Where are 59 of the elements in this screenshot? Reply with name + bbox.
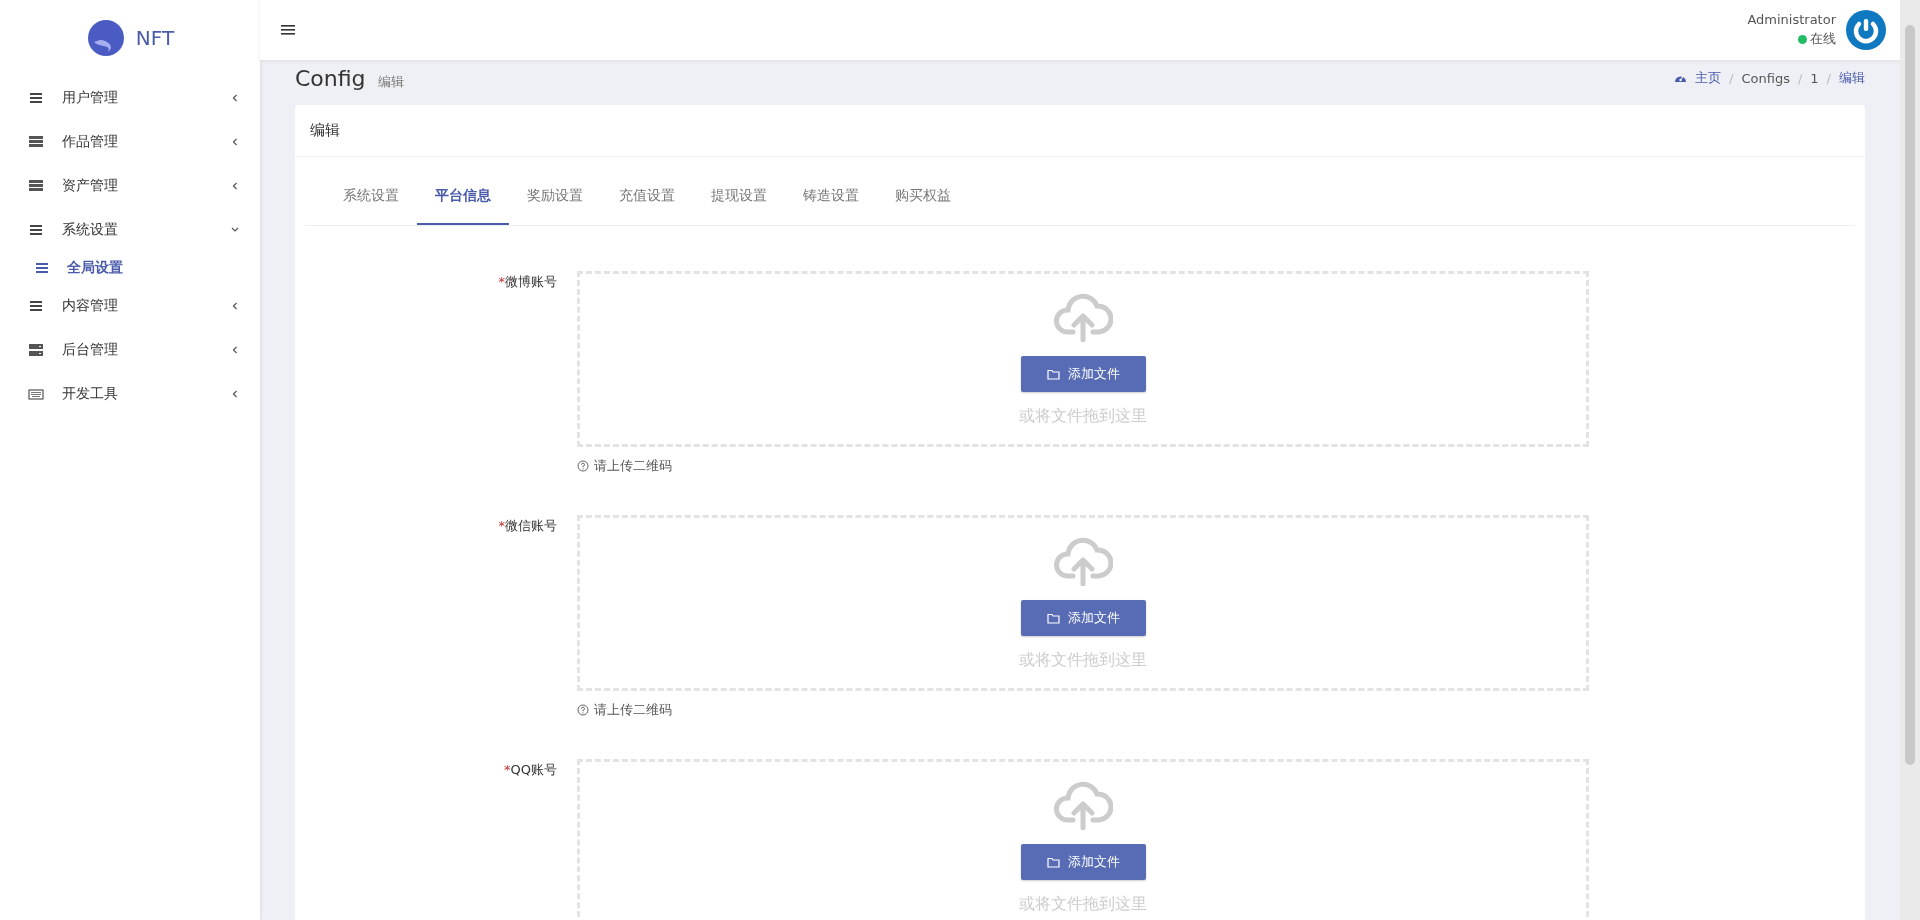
menu-icon — [28, 179, 44, 193]
tab[interactable]: 系统设置 — [325, 167, 417, 225]
menu-icon — [35, 262, 49, 274]
folder-icon — [1046, 612, 1060, 624]
breadcrumb-item: 编辑 — [1839, 69, 1865, 87]
menu-item[interactable]: 用户管理 — [0, 76, 260, 120]
menu-icon — [28, 299, 44, 313]
breadcrumb-item: 1 — [1810, 70, 1819, 86]
breadcrumb-separator: / — [1729, 70, 1734, 86]
card-title: 编辑 — [295, 105, 1865, 157]
scrollbar[interactable] — [1900, 0, 1920, 920]
tab[interactable]: 铸造设置 — [785, 167, 877, 225]
tab[interactable]: 购买权益 — [877, 167, 969, 225]
chevron-icon — [230, 181, 240, 191]
power-icon[interactable] — [1846, 10, 1886, 50]
menu-item[interactable]: 开发工具 — [0, 372, 260, 416]
chevron-icon — [230, 389, 240, 399]
keyboard-icon — [28, 387, 44, 401]
chevron-icon — [230, 137, 240, 147]
user-name: Administrator — [1747, 12, 1836, 27]
menu-icon — [28, 135, 44, 149]
breadcrumb-item[interactable]: 主页 — [1695, 69, 1722, 87]
tab[interactable]: 奖励设置 — [509, 167, 601, 225]
field-label: *微博账号 — [497, 273, 558, 291]
menu-item[interactable]: 系统设置 — [0, 208, 260, 252]
help-icon — [577, 704, 589, 716]
chevron-icon — [230, 301, 240, 311]
tab[interactable]: 充值设置 — [601, 167, 693, 225]
logo-text: NFT — [135, 26, 175, 50]
add-file-button[interactable]: 添加文件 — [1020, 600, 1146, 636]
menu-icon[interactable] — [280, 23, 296, 37]
status-text: 在线 — [1810, 30, 1836, 48]
menu-item[interactable]: 后台管理 — [0, 328, 260, 372]
page-title: Config — [295, 65, 366, 91]
menu-item[interactable]: 作品管理 — [0, 120, 260, 164]
help-text: 请上传二维码 — [594, 701, 672, 719]
page-subtitle: 编辑 — [377, 72, 404, 91]
server-icon — [28, 343, 44, 357]
help-icon — [577, 460, 589, 472]
folder-icon — [1046, 368, 1060, 380]
add-file-button[interactable]: 添加文件 — [1020, 356, 1146, 392]
help-text: 请上传二维码 — [594, 457, 672, 475]
breadcrumb-item: Configs — [1741, 70, 1790, 86]
chevron-icon — [230, 93, 240, 103]
logo-icon — [85, 18, 126, 58]
tab[interactable]: 平台信息 — [417, 167, 509, 225]
menu-icon — [28, 91, 44, 105]
breadcrumb-separator: / — [1797, 70, 1803, 86]
field-label: *微信账号 — [497, 517, 558, 535]
menu-icon — [28, 223, 44, 237]
menu-item[interactable]: 内容管理 — [0, 284, 260, 328]
add-file-button[interactable]: 添加文件 — [1020, 844, 1146, 880]
folder-icon — [1046, 856, 1060, 868]
tab[interactable]: 提现设置 — [693, 167, 785, 225]
breadcrumb-separator: / — [1826, 70, 1831, 86]
submenu-item[interactable]: 全局设置 — [0, 252, 260, 284]
chevron-icon — [230, 345, 240, 355]
menu-item[interactable]: 资产管理 — [0, 164, 260, 208]
field-label: *QQ账号 — [503, 761, 558, 779]
